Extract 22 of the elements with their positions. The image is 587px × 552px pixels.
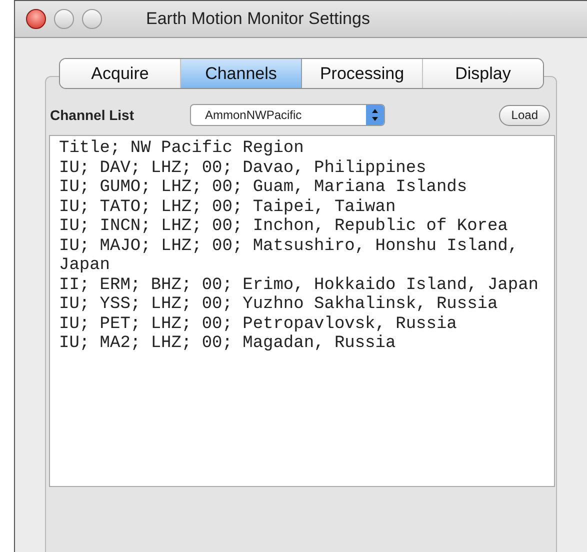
tab[interactable]: Channels <box>181 59 302 88</box>
channel-list-dropdown[interactable]: AmmonNWPacific <box>190 104 385 126</box>
channel-list-label: Channel List <box>50 106 136 124</box>
channel-line: IU; PET; LHZ; 00; Petropavlovsk, Russia <box>59 314 458 334</box>
zoom-button[interactable] <box>82 9 102 29</box>
channel-line: Title; NW Pacific Region <box>59 139 305 158</box>
minimize-button[interactable] <box>54 9 74 29</box>
tab[interactable]: Display <box>423 59 543 88</box>
tab[interactable]: Processing <box>302 59 423 88</box>
tab[interactable]: Acquire <box>60 59 181 88</box>
channel-line: IU; MA2; LHZ; 00; Magadan, Russia <box>59 334 397 354</box>
channel-line: IU; DAV; LHZ; 00; Davao, Philippines <box>59 158 428 178</box>
channel-line: IU; YSS; LHZ; 00; Yuzhno Sakhalinsk, Russia <box>59 295 499 314</box>
channel-line: II; ERM; BHZ; 00; Erimo, Hokkaido Island, Japan <box>59 276 540 295</box>
channel-line: IU; MAJO; LHZ; 00; Matsushiro, Honshu Island, Japan <box>59 236 520 276</box>
stepper-arrows-icon <box>366 105 384 125</box>
close-button[interactable] <box>26 9 46 29</box>
channel-line: IU; GUMO; LHZ; 00; Guam, Mariana Islands <box>59 178 468 198</box>
window-title: Earth Motion Monitor Settings <box>146 8 370 30</box>
channel-line: IU; TATO; LHZ; 00; Taipei, Taiwan <box>59 198 397 217</box>
channel-line: IU; INCN; LHZ; 00; Inchon, Republic of Korea <box>59 217 509 236</box>
channel-text-area[interactable] <box>49 135 555 487</box>
